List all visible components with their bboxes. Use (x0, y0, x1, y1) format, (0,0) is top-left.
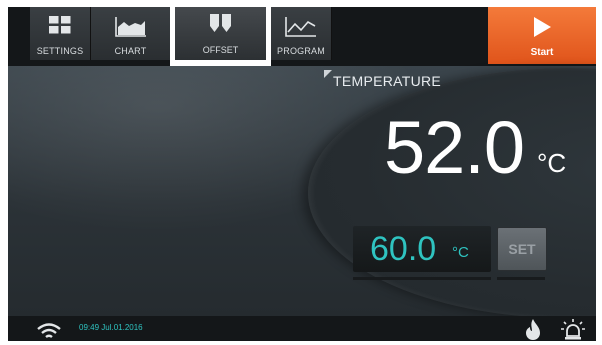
tab-chart-label: CHART (114, 46, 147, 56)
status-bar: 09:49 Jul.01.2016 (8, 316, 596, 341)
flame-icon (526, 319, 540, 340)
tab-offset-label: OFFSET (202, 45, 239, 55)
setpoint-unit: °C (452, 244, 469, 261)
setpoint-value: 60.0 (370, 230, 437, 268)
tab-settings[interactable]: SETTINGS (30, 7, 91, 60)
setpoint-underline (353, 277, 491, 280)
set-button[interactable]: SET (497, 227, 547, 271)
tab-program[interactable]: PROGRAM (271, 7, 332, 60)
start-button[interactable]: Start (488, 7, 596, 64)
start-label: Start (530, 47, 554, 58)
tab-offset[interactable]: OFFSET (170, 7, 271, 68)
wifi-icon (37, 323, 61, 338)
status-date: Jul.01.2016 (101, 323, 143, 332)
alarm-light-icon (561, 319, 585, 340)
tab-chart[interactable]: CHART (91, 7, 171, 60)
grid-icon (49, 16, 71, 34)
tab-settings-label: SETTINGS (36, 46, 84, 56)
tab-offset-inner: OFFSET (175, 7, 266, 60)
temperature-unit: °C (537, 148, 567, 178)
line-chart-icon (285, 17, 316, 37)
status-time: 09:49 (79, 323, 100, 332)
temperature-label: TEMPERATURE (333, 73, 442, 89)
area-chart-icon (114, 17, 146, 37)
corner-marker (324, 70, 332, 78)
top-toolbar: SETTINGS CHART OFFSET PROGRAM Start (8, 7, 596, 68)
play-icon (534, 17, 551, 37)
tab-program-label: PROGRAM (277, 46, 325, 56)
setpoint-display[interactable]: 60.0 °C (353, 226, 491, 272)
date-time: 09:49 Jul.01.2016 (79, 323, 143, 332)
offset-icon (210, 14, 231, 32)
temperature-value: 52.0 (384, 106, 525, 189)
set-button-underline (497, 277, 545, 280)
